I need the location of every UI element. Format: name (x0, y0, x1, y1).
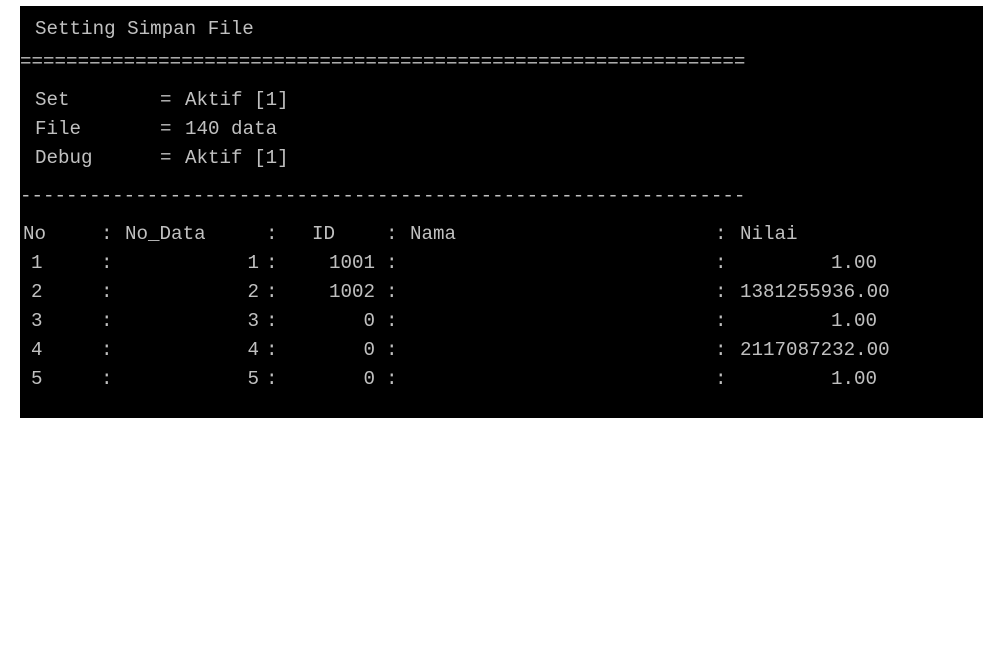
cell-id: 0 (363, 339, 375, 361)
cell-no: 2 (31, 281, 43, 303)
cell-nilai: 1.00 (830, 368, 877, 390)
table-row: 3 : 3 : 0 : : 1.00 (20, 308, 983, 335)
setting-sep: = (160, 147, 172, 169)
setting-row-debug: Debug = Aktif [1] (35, 145, 635, 172)
column-separator: : (386, 339, 398, 361)
page-title: Setting Simpan File (35, 18, 254, 40)
cell-no: 3 (31, 310, 43, 332)
column-header-no: No (23, 223, 47, 245)
column-header-nama: Nama (410, 223, 457, 245)
cell-no-data: 1 (247, 252, 259, 274)
cell-no: 1 (31, 252, 43, 274)
column-separator: : (715, 310, 727, 332)
column-separator: : (101, 368, 113, 390)
table-row: 1 : 1 : 1001 : : 1.00 (20, 250, 983, 277)
column-separator: : (101, 339, 113, 361)
cell-no-data: 5 (247, 368, 259, 390)
table-row: 4 : 4 : 0 : : 2117087232.00 (20, 337, 983, 364)
column-header-nilai: Nilai (740, 223, 798, 245)
column-separator: : (715, 223, 727, 245)
cell-id: 0 (363, 310, 375, 332)
column-separator: : (266, 339, 278, 361)
column-separator: : (266, 252, 278, 274)
column-separator: : (101, 223, 113, 245)
column-header-id: ID (312, 223, 336, 245)
setting-value: Aktif [1] (185, 147, 289, 169)
setting-sep: = (160, 89, 172, 111)
column-header-no-data: No_Data (125, 223, 206, 245)
setting-key: Debug (35, 147, 93, 169)
table-header: No : No_Data : ID : Nama : Nilai (20, 221, 983, 248)
setting-row-file: File = 140 data (35, 116, 635, 143)
column-separator: : (715, 281, 727, 303)
column-separator: : (266, 310, 278, 332)
column-separator: : (101, 252, 113, 274)
cell-no: 4 (31, 339, 43, 361)
cell-no-data: 2 (247, 281, 259, 303)
table-row: 5 : 5 : 0 : : 1.00 (20, 366, 983, 393)
setting-row-set: Set = Aktif [1] (35, 87, 635, 114)
column-separator: : (266, 223, 278, 245)
column-separator: : (386, 281, 398, 303)
terminal-window: Setting Simpan File ====================… (20, 6, 983, 418)
column-separator: : (101, 281, 113, 303)
setting-value: Aktif [1] (185, 89, 289, 111)
double-divider: ========================================… (20, 51, 746, 73)
cell-nilai: 1.00 (830, 310, 877, 332)
cell-nilai: 1.00 (830, 252, 877, 274)
column-separator: : (715, 339, 727, 361)
setting-value: 140 data (185, 118, 278, 140)
setting-key: Set (35, 89, 70, 111)
setting-sep: = (160, 118, 172, 140)
column-separator: : (715, 368, 727, 390)
cell-no-data: 3 (247, 310, 259, 332)
column-separator: : (386, 368, 398, 390)
cell-nilai: 2117087232.00 (740, 339, 890, 361)
column-separator: : (266, 281, 278, 303)
cell-nilai: 1381255936.00 (740, 281, 890, 303)
cell-no: 5 (31, 368, 43, 390)
cell-id: 0 (363, 368, 375, 390)
cell-id: 1001 (328, 252, 375, 274)
cell-no-data: 4 (247, 339, 259, 361)
table-row: 2 : 2 : 1002 : : 1381255936.00 (20, 279, 983, 306)
cell-id: 1002 (328, 281, 375, 303)
column-separator: : (386, 223, 398, 245)
setting-key: File (35, 118, 82, 140)
column-separator: : (386, 252, 398, 274)
column-separator: : (266, 368, 278, 390)
column-separator: : (715, 252, 727, 274)
single-divider: ----------------------------------------… (20, 185, 746, 207)
column-separator: : (386, 310, 398, 332)
column-separator: : (101, 310, 113, 332)
